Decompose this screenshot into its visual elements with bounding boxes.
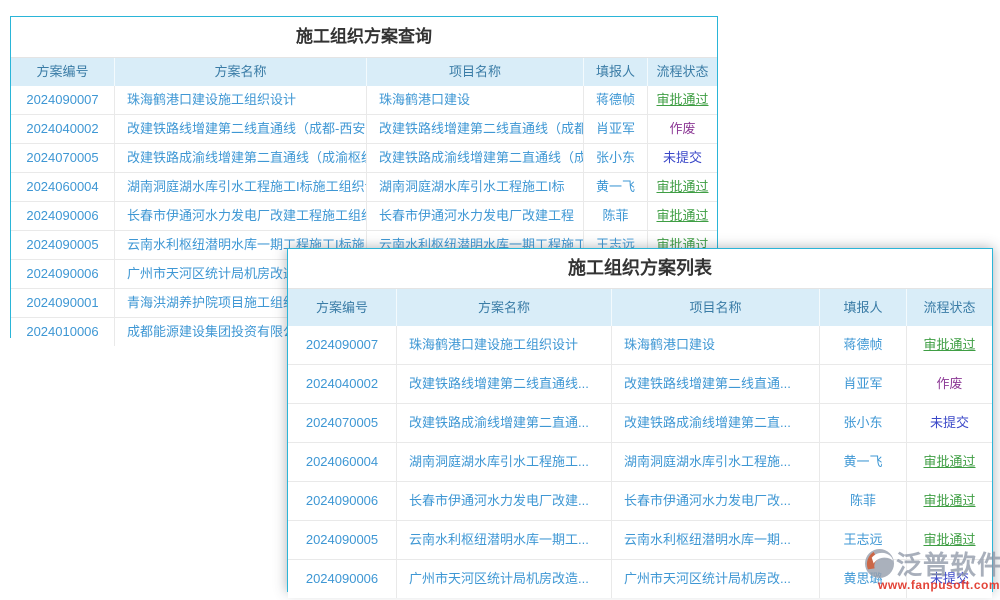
cell-reporter: 张小东 <box>819 404 906 442</box>
column-header: 方案名称 <box>114 58 366 86</box>
cell-project-name[interactable]: 珠海鹤港口建设 <box>611 326 819 364</box>
cell-reporter: 张小东 <box>583 144 647 172</box>
cell-reporter: 蒋德帧 <box>583 86 647 114</box>
cell-plan-name[interactable]: 广州市天河区统计局机房改造... <box>396 560 611 598</box>
cell-reporter: 陈菲 <box>583 202 647 230</box>
plan-list-table-title: 施工组织方案列表 <box>288 249 992 289</box>
column-header: 方案名称 <box>396 289 611 326</box>
plan-list-table: 施工组织方案列表 方案编号方案名称项目名称填报人流程状态 2024090007珠… <box>287 248 993 592</box>
cell-plan-id[interactable]: 2024090006 <box>288 482 396 520</box>
table-row[interactable]: 2024090006长春市伊通河水力发电厂改建工程施工组织设计长春市伊通河水力发… <box>11 202 717 231</box>
plan-query-table-title: 施工组织方案查询 <box>11 17 717 58</box>
table-row[interactable]: 2024070005改建铁路成渝线增建第二直通线（成渝枢纽）改建铁路成渝线增建第… <box>11 144 717 173</box>
cell-reporter: 肖亚军 <box>819 365 906 403</box>
table-row[interactable]: 2024090007珠海鹤港口建设施工组织设计珠海鹤港口建设蒋德帧审批通过 <box>288 326 992 365</box>
cell-plan-name[interactable]: 长春市伊通河水力发电厂改建... <box>396 482 611 520</box>
cell-plan-name[interactable]: 湖南洞庭湖水库引水工程施工I标施工组织设计 <box>114 173 366 201</box>
table-row[interactable]: 2024090007珠海鹤港口建设施工组织设计珠海鹤港口建设蒋德帧审批通过 <box>11 86 717 115</box>
cell-plan-name[interactable]: 珠海鹤港口建设施工组织设计 <box>114 86 366 114</box>
cell-reporter: 黄一飞 <box>583 173 647 201</box>
cell-project-name[interactable]: 云南水利枢纽潜明水库一期... <box>611 521 819 559</box>
cell-plan-id[interactable]: 2024090005 <box>11 231 114 259</box>
cell-reporter: 蒋德帧 <box>819 326 906 364</box>
table-row[interactable]: 2024090006长春市伊通河水力发电厂改建...长春市伊通河水力发电厂改..… <box>288 482 992 521</box>
plan-list-table-body: 2024090007珠海鹤港口建设施工组织设计珠海鹤港口建设蒋德帧审批通过202… <box>288 326 992 598</box>
cell-reporter: 黄一飞 <box>819 443 906 481</box>
cell-project-name[interactable]: 长春市伊通河水力发电厂改... <box>611 482 819 520</box>
table-row[interactable]: 2024090005云南水利枢纽潜明水库一期工...云南水利枢纽潜明水库一期..… <box>288 521 992 560</box>
cell-status[interactable]: 未提交 <box>906 404 992 442</box>
column-header: 填报人 <box>583 58 647 86</box>
cell-project-name[interactable]: 改建铁路线增建第二线直通... <box>611 365 819 403</box>
plan-list-table-header: 方案编号方案名称项目名称填报人流程状态 <box>288 289 992 326</box>
table-row[interactable]: 2024040002改建铁路线增建第二线直通线（成都-西安）改建铁路线增建第二线… <box>11 115 717 144</box>
cell-reporter: 陈菲 <box>819 482 906 520</box>
cell-status[interactable]: 审批通过 <box>647 173 717 201</box>
cell-plan-id[interactable]: 2024070005 <box>11 144 114 172</box>
cell-plan-id[interactable]: 2024060004 <box>11 173 114 201</box>
cell-plan-id[interactable]: 2024090006 <box>11 260 114 288</box>
column-header: 项目名称 <box>366 58 583 86</box>
table-row[interactable]: 2024060004湖南洞庭湖水库引水工程施工I标施工组织设计湖南洞庭湖水库引水… <box>11 173 717 202</box>
cell-plan-name[interactable]: 改建铁路成渝线增建第二直通... <box>396 404 611 442</box>
cell-status[interactable]: 作废 <box>647 115 717 143</box>
cell-reporter: 肖亚军 <box>583 115 647 143</box>
cell-reporter: 王志远 <box>819 521 906 559</box>
cell-plan-name[interactable]: 湖南洞庭湖水库引水工程施工... <box>396 443 611 481</box>
cell-plan-id[interactable]: 2024040002 <box>288 365 396 403</box>
column-header: 流程状态 <box>906 289 992 326</box>
cell-status[interactable]: 审批通过 <box>906 521 992 559</box>
table-row[interactable]: 2024040002改建铁路线增建第二线直通线...改建铁路线增建第二线直通..… <box>288 365 992 404</box>
table-row[interactable]: 2024060004湖南洞庭湖水库引水工程施工...湖南洞庭湖水库引水工程施..… <box>288 443 992 482</box>
cell-plan-name[interactable]: 改建铁路成渝线增建第二直通线（成渝枢纽） <box>114 144 366 172</box>
column-header: 项目名称 <box>611 289 819 326</box>
cell-reporter: 黄思璐 <box>819 560 906 598</box>
cell-plan-id[interactable]: 2024090006 <box>288 560 396 598</box>
cell-plan-id[interactable]: 2024040002 <box>11 115 114 143</box>
cell-status[interactable]: 未提交 <box>906 560 992 598</box>
cell-status[interactable]: 审批通过 <box>647 86 717 114</box>
cell-project-name[interactable]: 广州市天河区统计局机房改... <box>611 560 819 598</box>
cell-plan-id[interactable]: 2024010006 <box>11 318 114 346</box>
cell-project-name[interactable]: 改建铁路线增建第二线直通线（成都-西安） <box>366 115 583 143</box>
table-row[interactable]: 2024090006广州市天河区统计局机房改造...广州市天河区统计局机房改..… <box>288 560 992 598</box>
cell-plan-name[interactable]: 云南水利枢纽潜明水库一期工... <box>396 521 611 559</box>
cell-plan-id[interactable]: 2024090006 <box>11 202 114 230</box>
column-header: 方案编号 <box>288 289 396 326</box>
cell-status[interactable]: 审批通过 <box>647 202 717 230</box>
cell-plan-id[interactable]: 2024090007 <box>288 326 396 364</box>
cell-project-name[interactable]: 珠海鹤港口建设 <box>366 86 583 114</box>
cell-plan-id[interactable]: 2024090007 <box>11 86 114 114</box>
cell-plan-id[interactable]: 2024070005 <box>288 404 396 442</box>
cell-project-name[interactable]: 改建铁路成渝线增建第二直通线（成渝枢纽） <box>366 144 583 172</box>
cell-status[interactable]: 审批通过 <box>906 482 992 520</box>
cell-plan-id[interactable]: 2024090001 <box>11 289 114 317</box>
column-header: 方案编号 <box>11 58 114 86</box>
cell-project-name[interactable]: 长春市伊通河水力发电厂改建工程 <box>366 202 583 230</box>
cell-plan-id[interactable]: 2024090005 <box>288 521 396 559</box>
table-row[interactable]: 2024070005改建铁路成渝线增建第二直通...改建铁路成渝线增建第二直..… <box>288 404 992 443</box>
column-header: 填报人 <box>819 289 906 326</box>
cell-project-name[interactable]: 改建铁路成渝线增建第二直... <box>611 404 819 442</box>
cell-plan-name[interactable]: 改建铁路线增建第二线直通线（成都-西安） <box>114 115 366 143</box>
cell-project-name[interactable]: 湖南洞庭湖水库引水工程施工I标 <box>366 173 583 201</box>
cell-plan-name[interactable]: 珠海鹤港口建设施工组织设计 <box>396 326 611 364</box>
cell-status[interactable]: 审批通过 <box>906 326 992 364</box>
cell-status[interactable]: 未提交 <box>647 144 717 172</box>
column-header: 流程状态 <box>647 58 717 86</box>
plan-query-table-header: 方案编号方案名称项目名称填报人流程状态 <box>11 58 717 86</box>
cell-plan-id[interactable]: 2024060004 <box>288 443 396 481</box>
cell-status[interactable]: 审批通过 <box>906 443 992 481</box>
cell-project-name[interactable]: 湖南洞庭湖水库引水工程施... <box>611 443 819 481</box>
cell-status[interactable]: 作废 <box>906 365 992 403</box>
cell-plan-name[interactable]: 长春市伊通河水力发电厂改建工程施工组织设计 <box>114 202 366 230</box>
cell-plan-name[interactable]: 改建铁路线增建第二线直通线... <box>396 365 611 403</box>
